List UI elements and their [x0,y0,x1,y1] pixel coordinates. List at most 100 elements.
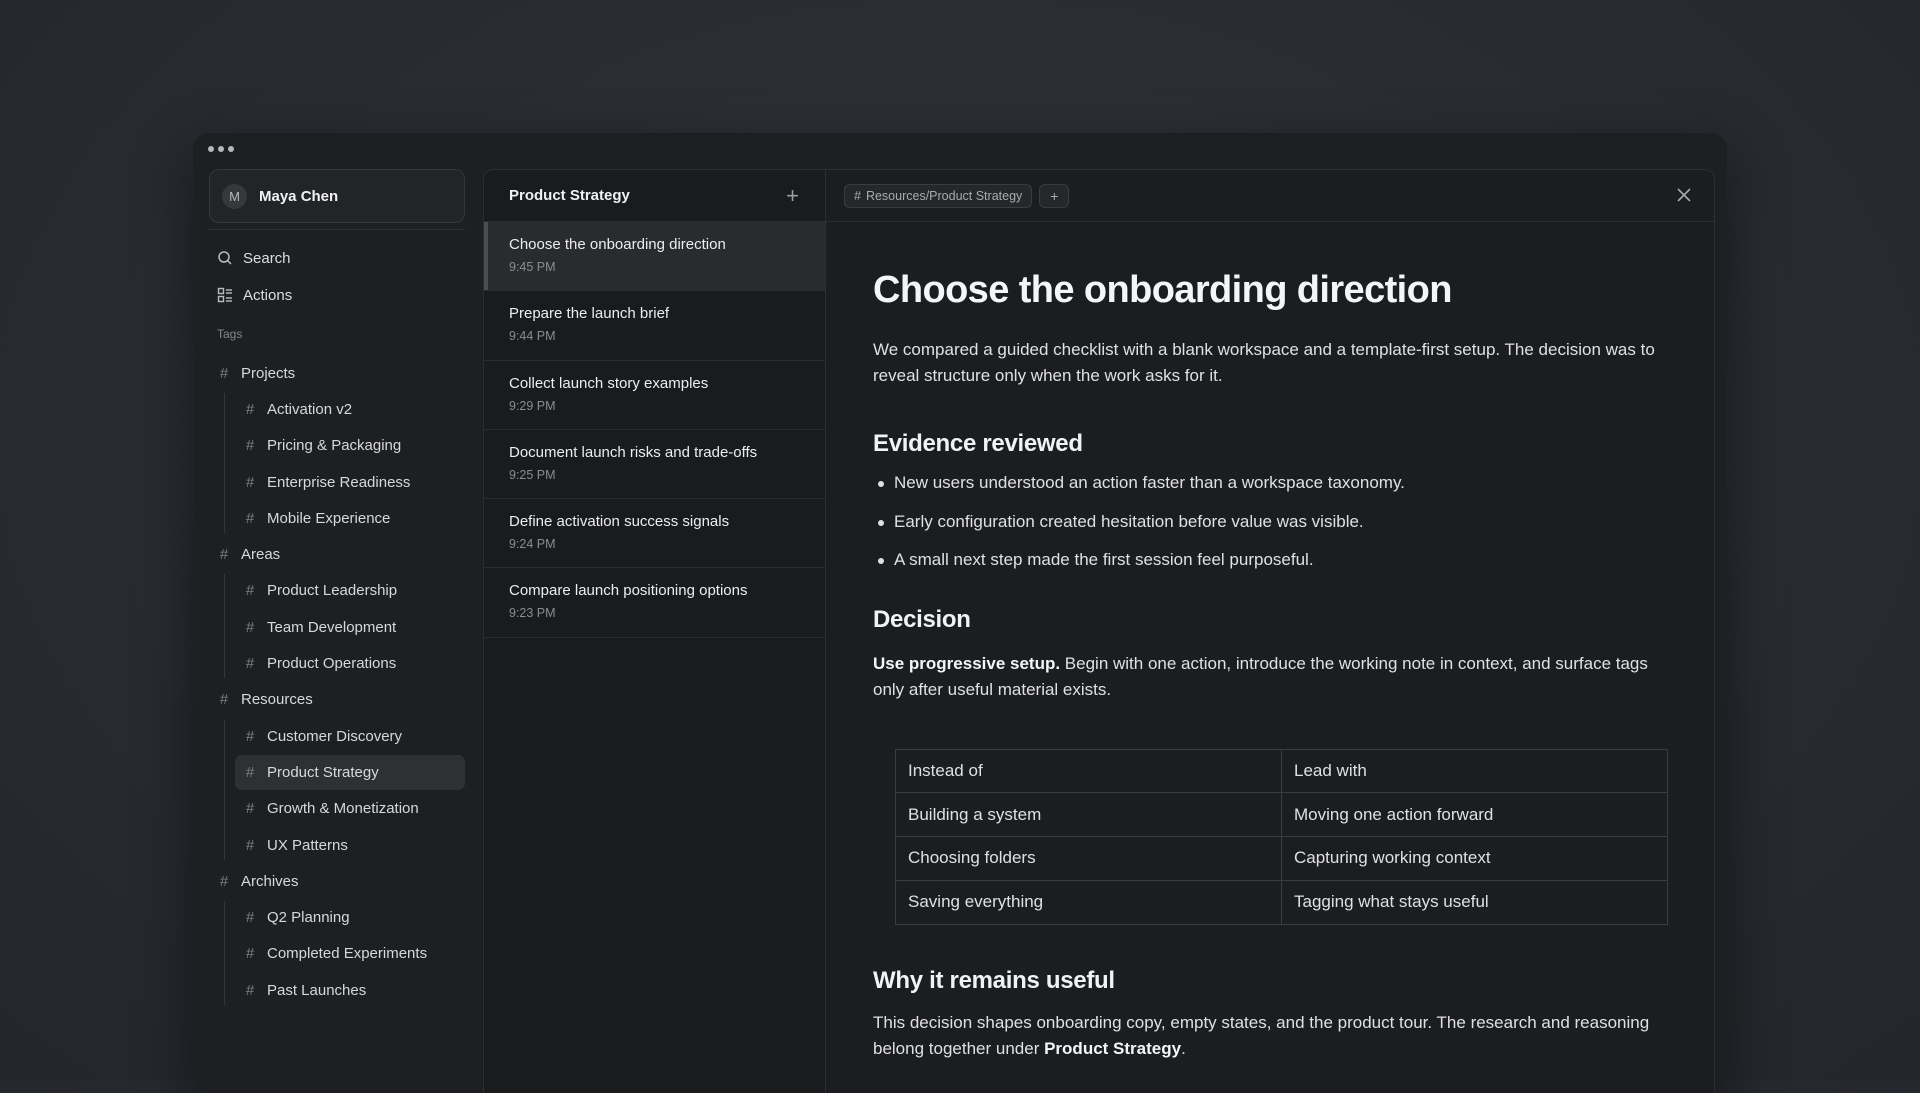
list-item: Early configuration created hesitation b… [873,512,1673,551]
note-list-item[interactable]: Choose the onboarding direction 9:45 PM [484,222,825,292]
tag-group-label: Resources [241,691,313,709]
tag-item[interactable]: # Product Operations [193,645,483,681]
hash-icon: # [245,945,255,963]
tag-item[interactable]: # Activation v2 [193,391,483,427]
note-item-time: 9:25 PM [509,467,556,482]
table-cell: Saving everything [895,879,1282,925]
note-editor: # Resources/Product Strategy + Choose th… [825,169,1715,1093]
note-item-title: Define activation success signals [509,513,730,531]
tag-item-label: UX Patterns [267,836,348,854]
list-item: New users understood an action faster th… [873,473,1673,512]
tag-group-0[interactable]: # Projects [193,355,483,391]
user-switcher[interactable]: M Maya Chen [209,169,465,223]
hash-icon: # [245,618,255,636]
search-button[interactable]: Search [217,246,291,270]
tag-group-label: Projects [241,364,296,382]
tag-item-label: Pricing & Packaging [267,437,402,455]
tag-path-chip[interactable]: # Resources/Product Strategy [844,183,1033,208]
new-note-button[interactable]: + [786,184,799,207]
list-item: A small next step made the first session… [873,550,1673,589]
tag-path-label: Resources/Product Strategy [865,188,1023,203]
note-list-item[interactable]: Prepare the launch brief 9:44 PM [484,291,825,361]
tag-item-label: Q2 Planning [267,909,350,927]
why-end: . [1181,1038,1186,1058]
sidebar-divider [209,229,465,230]
tag-group-2[interactable]: # Resources [193,682,483,718]
search-icon [218,251,232,265]
note-item-title: Choose the onboarding direction [509,236,726,253]
hash-icon: # [245,655,255,673]
hash-icon: # [245,836,255,854]
tag-item[interactable]: # Customer Discovery [193,718,483,754]
close-icon[interactable] [1675,186,1693,204]
tag-item[interactable]: # Enterprise Readiness [193,464,483,500]
table-cell: Instead of [895,748,1282,794]
tag-item[interactable]: # Past Launches [193,972,483,1008]
tree-guide-line [224,720,225,860]
tag-item[interactable]: # UX Patterns [193,827,483,863]
actions-icon [217,287,232,303]
hash-icon: # [245,509,255,527]
note-body[interactable]: Choose the onboarding direction We compa… [873,222,1673,1062]
note-item-title: Prepare the launch brief [509,305,670,323]
tag-item-label: Mobile Experience [267,509,391,527]
intro-paragraph: We compared a guided checklist with a bl… [873,340,1655,385]
table-cell: Building a system [895,792,1282,838]
note-item-title: Collect launch story examples [509,374,709,392]
decision-bold: Use progressive setup. [873,653,1061,673]
notes-list-title: Product Strategy [509,187,630,204]
table-cell: Tagging what stays useful [1281,879,1668,925]
note-list-item[interactable]: Collect launch story examples 9:29 PM [484,361,825,430]
hash-icon: # [219,364,229,382]
hash-icon: # [245,473,255,491]
tag-group-1[interactable]: # Areas [193,536,483,572]
note-item-time: 9:23 PM [509,606,556,621]
tag-item[interactable]: # Q2 Planning [193,899,483,935]
tag-item-label: Growth & Monetization [267,800,419,818]
note-list-item[interactable]: Document launch risks and trade-offs 9:25… [484,430,825,500]
tag-item[interactable]: # Product Leadership [193,573,483,609]
hash-icon: # [219,872,229,890]
tag-item[interactable]: # Team Development [193,609,483,645]
hash-icon: # [854,188,861,203]
add-tag-button[interactable]: + [1039,183,1070,208]
table-cell: Lead with [1281,748,1668,794]
comparison-table: Instead of Lead with Building a system Movi… [895,748,1668,925]
tree-guide-line [224,901,225,1005]
note-item-title: Document launch risks and trade-offs [509,443,758,461]
actions-button[interactable]: Actions [217,283,292,307]
user-name: Maya Chen [259,187,339,205]
evidence-heading: Evidence reviewed [873,430,1083,457]
tag-item-label: Past Launches [267,981,367,999]
tags-section-label: Tags [217,327,243,341]
tag-item[interactable]: # Growth & Monetization [193,791,483,827]
note-list-item[interactable]: Define activation success signals 9:24 PM [484,499,825,569]
tag-item[interactable]: # Completed Experiments [193,936,483,972]
table-cell: Choosing folders [895,836,1282,881]
tag-group-3[interactable]: # Archives [193,863,483,899]
table-cell: Moving one action forward [1281,792,1668,838]
app-window: M Maya Chen Search Actions Tags # Project… [193,133,1727,1093]
sidebar: M Maya Chen Search Actions Tags # Project… [193,133,483,1093]
notes-list-header: Product Strategy + [484,170,825,222]
notes-list: Choose the onboarding direction 9:45 PM Pr… [484,222,825,638]
avatar: M [222,183,247,209]
tree-guide-line [224,574,225,678]
notes-list-panel: Product Strategy + Choose the onboarding… [483,169,825,1093]
tag-item-label: Product Leadership [267,582,398,600]
hash-icon: # [245,582,255,600]
note-item-time: 9:45 PM [509,260,556,274]
note-item-time: 9:24 PM [509,537,556,552]
tag-item[interactable]: # Mobile Experience [193,500,483,536]
note-item-time: 9:29 PM [509,398,556,413]
note-list-item[interactable]: Compare launch positioning options 9:23 P… [484,568,825,638]
table-cell: Capturing working context [1281,836,1668,881]
table-row: Choosing folders Capturing working contex… [895,836,1668,881]
tag-item[interactable]: # Product Strategy [193,754,483,790]
tag-item-label: Product Operations [267,655,397,673]
hash-icon: # [245,800,255,818]
why-heading: Why it remains useful [873,966,1115,994]
tag-item-label: Product Strategy [267,763,379,781]
table-row: Saving everything Tagging what stays usef… [895,879,1668,925]
tag-item[interactable]: # Pricing & Packaging [193,428,483,464]
